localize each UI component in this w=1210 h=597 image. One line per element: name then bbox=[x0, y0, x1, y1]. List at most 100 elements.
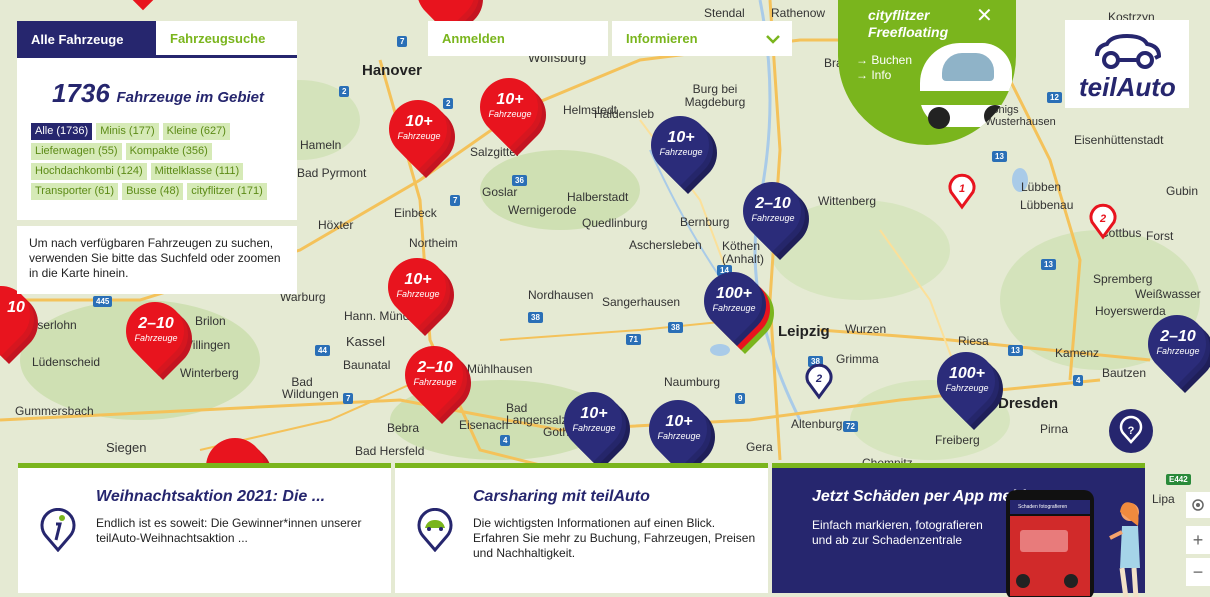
highway-shield: 12 bbox=[1047, 92, 1062, 103]
news-card-carsharing[interactable]: Carsharing mit teilAuto Die wichtigsten … bbox=[395, 463, 768, 593]
cluster-sub: Fahrzeuge bbox=[945, 383, 989, 393]
cityflitzer-book-link[interactable]: → Buchen bbox=[856, 53, 912, 68]
highway-shield: 2 bbox=[339, 86, 350, 97]
single-vehicle-pin[interactable]: 2 bbox=[803, 362, 835, 400]
city-label: Lübbenau bbox=[1020, 198, 1074, 212]
help-button[interactable]: ? bbox=[1109, 409, 1153, 453]
highway-shield: 445 bbox=[93, 296, 113, 307]
filter-chip-lieferwagen[interactable]: Lieferwagen (55) bbox=[31, 143, 122, 160]
cluster-count: 100+ bbox=[948, 365, 986, 382]
city-label: Höxter bbox=[318, 218, 354, 232]
city-label: Sangerhausen bbox=[602, 295, 681, 309]
city-label: Burg bei Magdeburg bbox=[684, 82, 746, 109]
city-label: Bautzen bbox=[1102, 366, 1147, 380]
city-label: Wurzen bbox=[845, 322, 887, 336]
news-card-christmas[interactable]: Weihnachtsaktion 2021: Die ... Endlich i… bbox=[18, 463, 391, 593]
zoom-in-button[interactable]: + bbox=[1186, 526, 1210, 554]
highway-shield: 38 bbox=[668, 322, 683, 333]
card-body: Endlich ist es soweit: Die Gewinner*inne… bbox=[96, 516, 362, 545]
highway-shield: 13 bbox=[1041, 259, 1056, 270]
pin-count: 1 bbox=[959, 183, 965, 195]
cluster-pin[interactable]: 10+ Fahrzeuge bbox=[376, 87, 468, 179]
zoom-out-button[interactable]: − bbox=[1186, 558, 1210, 586]
city-label: Lipa bbox=[1152, 492, 1175, 506]
city-label: Pirna bbox=[1040, 422, 1069, 436]
logo-text: teilAuto bbox=[1079, 72, 1176, 102]
pin-count: 2 bbox=[1099, 213, 1106, 225]
city-label: Bad Wildungen bbox=[282, 375, 339, 401]
cluster-pin[interactable]: 100+ Fahrzeuge bbox=[924, 339, 1016, 431]
cluster-count: 2–10 bbox=[138, 315, 174, 332]
pin-count: 2 bbox=[815, 373, 822, 385]
info-dropdown-label: Informieren bbox=[626, 31, 698, 46]
highway-shield: 4 bbox=[1073, 375, 1084, 386]
city-label: Spremberg bbox=[1093, 272, 1153, 286]
damaged-car-photo bbox=[1010, 516, 1090, 596]
single-vehicle-pin[interactable]: 2 bbox=[1087, 202, 1119, 240]
cluster-pin[interactable]: 10+ Fahrzeuge bbox=[638, 103, 730, 195]
city-label: Riesa bbox=[958, 334, 989, 348]
card-title: Carsharing mit teilAuto bbox=[473, 488, 650, 505]
city-label: Bad Hersfeld bbox=[355, 444, 425, 458]
tab-all-vehicles[interactable]: Alle Fahrzeuge bbox=[17, 21, 156, 58]
filter-chip-transporter[interactable]: Transporter (61) bbox=[31, 183, 119, 200]
highway-shield: 72 bbox=[843, 421, 858, 432]
news-card-damage-app[interactable]: Jetzt Schäden per App melden Einfach mar… bbox=[772, 463, 1145, 597]
car-brand: cityflitzer bbox=[946, 107, 982, 116]
cluster-pin[interactable]: 10+ Fahrzeuge bbox=[375, 245, 467, 337]
single-vehicle-pin[interactable]: 1 bbox=[946, 172, 978, 210]
teilauto-logo[interactable]: teilAuto bbox=[1065, 20, 1189, 108]
cityflitzer-links: → Buchen → Info bbox=[856, 53, 912, 83]
city-label: Gummersbach bbox=[15, 404, 94, 418]
card-title: Weihnachtsaktion 2021: Die ... bbox=[96, 488, 326, 505]
close-icon[interactable]: ✕ bbox=[976, 3, 993, 28]
vehicle-tabs: Alle Fahrzeuge Fahrzeugsuche bbox=[17, 21, 297, 58]
city-label: Quedlinburg bbox=[582, 216, 648, 230]
cluster-sub: Fahrzeuge bbox=[413, 377, 457, 387]
info-dropdown[interactable]: Informieren bbox=[612, 21, 792, 56]
cluster-count: 2–10 bbox=[1160, 328, 1196, 345]
highway-shield: 7 bbox=[397, 36, 408, 47]
cluster-sub: Fahrzeuge bbox=[1156, 346, 1200, 356]
login-button[interactable]: Anmelden bbox=[428, 21, 608, 56]
cluster-pin[interactable]: 2–10 Fahrzeuge bbox=[392, 333, 484, 425]
locate-button[interactable] bbox=[1186, 492, 1210, 518]
city-label: Aschersleben bbox=[629, 238, 702, 252]
locate-icon bbox=[1192, 499, 1204, 511]
cluster-count: 10+ bbox=[404, 271, 432, 288]
card-body: Einfach markieren, fotografieren und ab … bbox=[812, 518, 983, 547]
filter-chip-kompakte[interactable]: Kompakte (356) bbox=[125, 143, 212, 160]
cityflitzer-info-link[interactable]: → Info bbox=[856, 68, 912, 83]
filter-chip-mittelklasse[interactable]: Mittelklasse (111) bbox=[150, 163, 244, 180]
cluster-sub: Fahrzeuge bbox=[712, 303, 756, 313]
filter-chip-kleine[interactable]: Kleine (627) bbox=[162, 123, 230, 140]
filter-chip-hochdachkombi[interactable]: Hochdachkombi (124) bbox=[31, 163, 147, 180]
city-label: Stendal bbox=[704, 6, 745, 20]
cluster-pin[interactable]: 10 bbox=[0, 273, 51, 365]
filter-chip-busse[interactable]: Busse (48) bbox=[122, 183, 184, 200]
fleet-panel: 1736 Fahrzeuge im Gebiet Alle (1736) Min… bbox=[17, 58, 297, 220]
cluster-count: 10 bbox=[7, 299, 25, 316]
cluster-pin[interactable]: 10+ Fahrzeuge bbox=[551, 379, 643, 471]
cluster-pin[interactable]: 10+ Fahrzeuge bbox=[467, 65, 559, 157]
filter-chip-cityflitzer[interactable]: cityflitzer (171) bbox=[187, 183, 267, 200]
chevron-down-icon bbox=[766, 34, 780, 44]
cluster-pin[interactable]: 2–10 Fahrzeuge bbox=[730, 169, 822, 261]
cluster-pin[interactable]: 2–10 Fahrzeuge bbox=[113, 289, 205, 381]
car-pin-icon bbox=[417, 508, 453, 552]
city-label: Brilon bbox=[195, 314, 226, 328]
help-icon: ? bbox=[1119, 415, 1143, 444]
cluster-pin[interactable]: 2–10 Fahrzeuge bbox=[1135, 302, 1210, 394]
highway-shield: 36 bbox=[512, 175, 527, 186]
city-label: Wernigerode bbox=[508, 203, 577, 217]
highway-shield: 13 bbox=[1008, 345, 1023, 356]
filter-chip-minis[interactable]: Minis (177) bbox=[96, 123, 159, 140]
city-label: Forst bbox=[1146, 229, 1174, 243]
cityflitzer-title-line1: cityflitzer bbox=[868, 7, 930, 23]
svg-text:?: ? bbox=[1128, 425, 1135, 437]
city-label: Einbeck bbox=[394, 206, 437, 220]
city-label: Nordhausen bbox=[528, 288, 594, 302]
tab-vehicle-search[interactable]: Fahrzeugsuche bbox=[156, 21, 297, 58]
cluster-pin[interactable]: 100+ Fahrzeuge bbox=[691, 259, 787, 355]
filter-chip-all[interactable]: Alle (1736) bbox=[31, 123, 93, 140]
